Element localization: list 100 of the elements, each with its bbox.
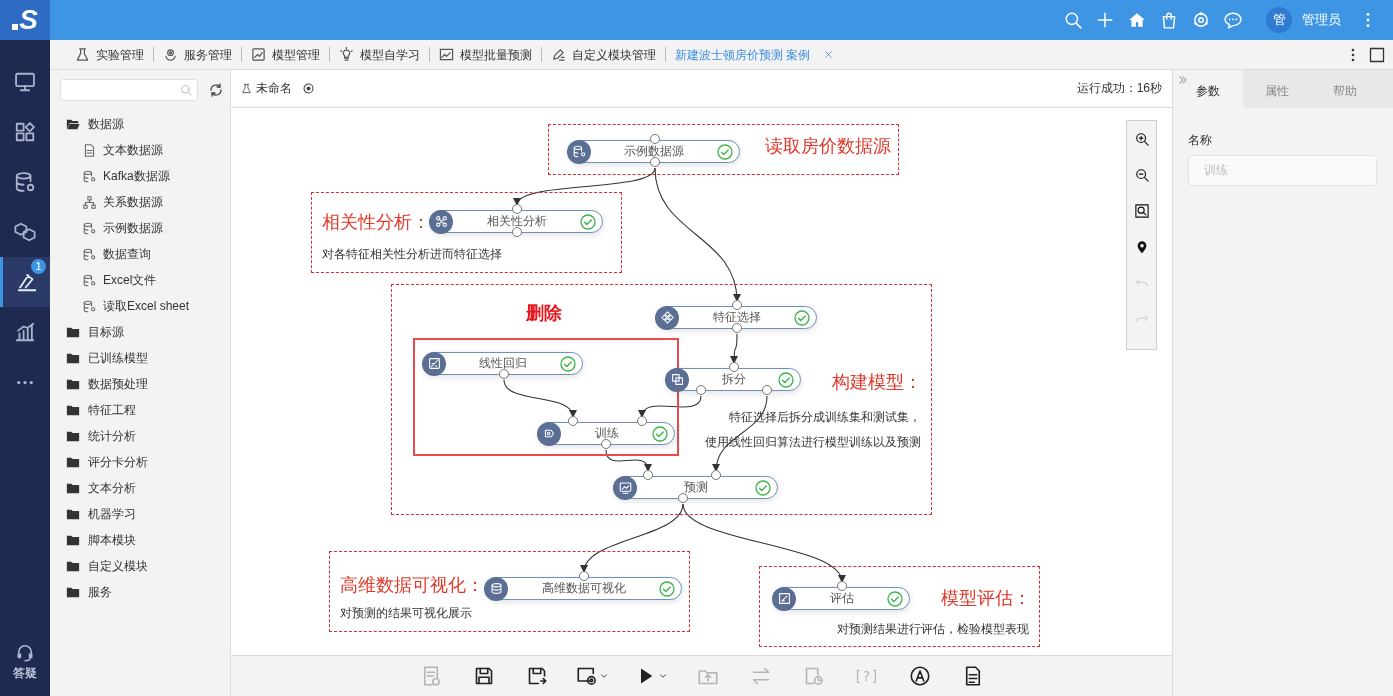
port-handle[interactable] [762, 385, 772, 395]
flask-icon [241, 83, 252, 94]
tree-item[interactable]: 特征工程 [50, 397, 230, 423]
chat-icon [1224, 11, 1242, 29]
port-handle[interactable] [512, 204, 522, 214]
node-label: 示例数据源 [623, 143, 685, 160]
tab[interactable]: 模型管理 [242, 47, 330, 62]
fit-view-button[interactable] [1134, 204, 1149, 218]
connector-arrow [605, 449, 651, 472]
tree-item[interactable]: 脚本模块 [50, 527, 230, 553]
folder-icon [66, 455, 80, 469]
pencil-icon [551, 47, 566, 62]
port-handle[interactable] [643, 470, 653, 480]
tree-item[interactable]: 已训练模型 [50, 345, 230, 371]
folder-icon [66, 481, 80, 495]
flow-node[interactable]: 特征选择 [656, 306, 817, 329]
tree-item[interactable]: 机器学习 [50, 501, 230, 527]
folder-icon [66, 117, 80, 131]
node-label: 预测 [683, 479, 709, 496]
zoom-in-button[interactable] [1134, 132, 1149, 146]
tree-item[interactable]: 评分卡分析 [50, 449, 230, 475]
tree-item[interactable]: 读取Excel sheet [50, 293, 230, 319]
close-icon[interactable] [823, 49, 835, 60]
flow-node[interactable]: 高维数据可视化 [485, 577, 682, 600]
schedule-icon [803, 666, 824, 686]
node-label: 线性回归 [478, 355, 528, 372]
tree-item[interactable]: 目标源 [50, 319, 230, 345]
bulb-icon [339, 47, 354, 62]
avatar[interactable]: 管 [1266, 7, 1292, 33]
port-handle[interactable] [678, 493, 688, 503]
port-handle[interactable] [579, 571, 589, 581]
port-handle[interactable] [650, 157, 660, 167]
tab[interactable]: 服务管理 [154, 47, 242, 62]
hub-icon [1192, 11, 1210, 29]
tab[interactable]: 参数 [1173, 70, 1243, 108]
tree-item[interactable]: 数据预处理 [50, 371, 230, 397]
tree-item[interactable]: 自定义模块 [50, 553, 230, 579]
port-handle[interactable] [512, 227, 522, 237]
database-icon [83, 169, 96, 183]
search-field[interactable] [60, 79, 198, 101]
flow-node[interactable]: 评估 [773, 587, 910, 610]
port-handle[interactable] [696, 385, 706, 395]
annotation-title: 读取房价数据源 [765, 135, 891, 157]
flow-node[interactable]: 相关性分析 [430, 210, 603, 233]
tree-item[interactable]: 文本分析 [50, 475, 230, 501]
tree-item[interactable]: 数据源 [50, 111, 230, 137]
maximize-icon[interactable] [1369, 46, 1385, 63]
headset-icon [15, 642, 35, 662]
port-handle[interactable] [711, 470, 721, 480]
home-icon [1128, 11, 1146, 29]
database-icon [83, 247, 96, 261]
settings-icon[interactable] [302, 82, 315, 95]
tab[interactable]: 实验管理 [66, 47, 154, 62]
more-icon [15, 379, 35, 385]
tree-item[interactable]: 统计分析 [50, 423, 230, 449]
annotation-text: 使用线性回归算法进行模型训练以及预测 [705, 434, 921, 450]
port-handle[interactable] [568, 416, 578, 426]
bar-chart-icon [14, 321, 36, 343]
tab[interactable]: 模型批量预测 [430, 47, 542, 62]
port-handle[interactable] [601, 439, 611, 449]
database-icon [83, 299, 96, 313]
swap-icon [750, 666, 771, 686]
flow-node[interactable]: 预测 [614, 476, 778, 499]
flask-icon [15, 271, 38, 293]
flow-node[interactable]: 线性回归 [423, 352, 583, 375]
grid-icon [14, 121, 36, 143]
annotation-title: 高维数据可视化： [340, 574, 484, 596]
logo[interactable]: S [0, 0, 50, 40]
tree-item[interactable]: 关系数据源 [50, 189, 230, 215]
annotation-text: 对各特征相关性分析进而特征选择 [322, 246, 502, 262]
collapse-icon[interactable] [1178, 75, 1188, 85]
refresh-icon[interactable] [208, 82, 224, 98]
folder-icon [66, 325, 80, 339]
tree-item[interactable]: 文本数据源 [50, 137, 230, 163]
port-handle[interactable] [650, 134, 660, 144]
port-handle[interactable] [499, 369, 509, 379]
flow-node[interactable]: 训练 [538, 422, 675, 445]
port-handle[interactable] [637, 416, 647, 426]
tree-item[interactable]: 示例数据源 [50, 215, 230, 241]
tree-item[interactable]: Kafka数据源 [50, 163, 230, 189]
tree-item[interactable]: Excel文件 [50, 267, 230, 293]
help-button[interactable]: 答疑 [0, 642, 50, 696]
monitor-icon [613, 475, 637, 500]
tab[interactable]: 自定义模块管理 [542, 47, 666, 62]
tree-item[interactable]: 数据查询 [50, 241, 230, 267]
port-handle[interactable] [732, 300, 742, 310]
flow-node[interactable]: 拆分 [666, 368, 801, 391]
port-handle[interactable] [732, 323, 742, 333]
annotation-text: 对预测的结果可视化展示 [340, 605, 472, 621]
folder-icon [66, 533, 80, 547]
node-label: 评估 [828, 590, 855, 607]
folder-icon [66, 377, 80, 391]
experiment-name[interactable]: 未命名 [256, 80, 292, 97]
flow-node[interactable]: 示例数据源 [568, 140, 740, 163]
count-badge: 1 [31, 259, 46, 274]
zoom-out-button[interactable] [1134, 168, 1149, 182]
port-handle[interactable] [729, 362, 739, 372]
port-handle[interactable] [837, 581, 847, 591]
tree-item[interactable]: 服务 [50, 579, 230, 605]
tab[interactable]: 模型自学习 [330, 47, 430, 62]
